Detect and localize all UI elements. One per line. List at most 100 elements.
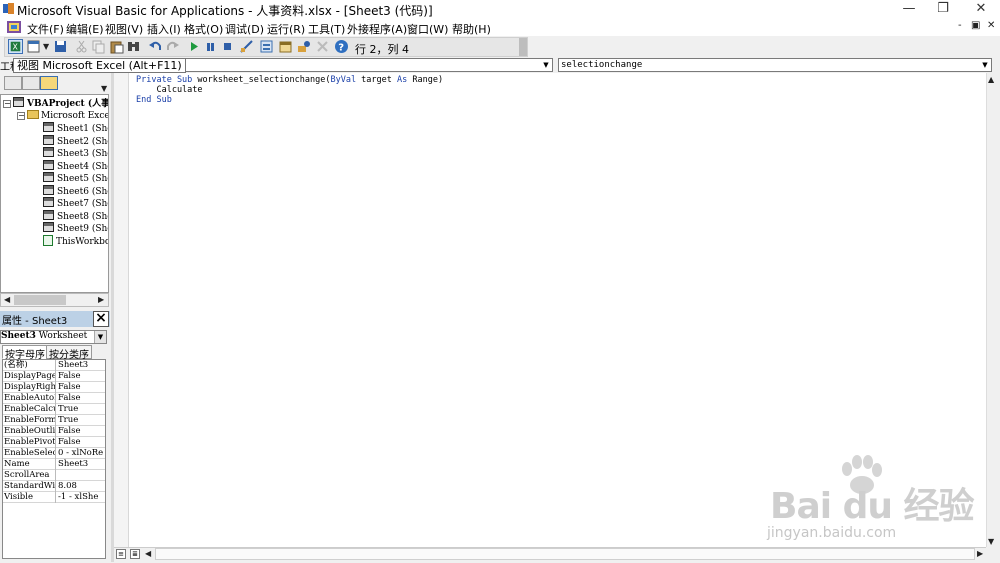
menu-addins[interactable]: 外接程序(A) — [347, 21, 407, 37]
code-line-2[interactable]: Calculate — [136, 85, 202, 95]
tree-item-sheet9[interactable]: Sheet9 (She — [43, 222, 108, 234]
property-value[interactable]: False — [58, 437, 105, 448]
toolbar-overflow-handle[interactable] — [519, 38, 527, 56]
property-value[interactable]: True — [58, 415, 105, 426]
property-row[interactable]: DisplayRigh False — [3, 382, 105, 393]
chevron-down-icon[interactable]: ▼ — [979, 59, 991, 71]
mdi-close-button[interactable]: ✕ — [987, 20, 995, 31]
properties-close-button[interactable]: × — [93, 311, 109, 327]
restore-button[interactable]: ❐ — [926, 0, 960, 18]
reset-icon[interactable] — [220, 39, 235, 54]
insert-dropdown-icon[interactable]: ▼ — [43, 42, 49, 51]
property-value[interactable]: False — [58, 382, 105, 393]
property-row[interactable]: EnableForma True — [3, 415, 105, 426]
tab-categorized[interactable]: 按分类序 — [46, 345, 92, 361]
menu-window[interactable]: 窗口(W) — [407, 21, 448, 37]
toggle-folders-button[interactable] — [40, 76, 58, 90]
tab-alphabetic[interactable]: 按字母序 — [2, 345, 48, 361]
close-button[interactable]: ✕ — [964, 0, 998, 18]
tree-item-sheet8[interactable]: Sheet8 (She — [43, 210, 108, 222]
property-value[interactable]: -1 - xlShe — [58, 492, 105, 503]
property-row[interactable]: ScrollArea — [3, 470, 105, 481]
property-value[interactable]: 8.08 — [58, 481, 105, 492]
properties-window-icon[interactable] — [278, 39, 293, 54]
code-line-3[interactable]: End Sub — [136, 95, 172, 105]
property-row[interactable]: EnableAutoF False — [3, 393, 105, 404]
tree-item-thisworkbook[interactable]: ThisWorkboo — [43, 235, 108, 247]
chevron-down-icon[interactable]: ▼ — [94, 331, 106, 343]
property-row[interactable]: (名称) Sheet3 — [3, 360, 105, 371]
copy-icon[interactable] — [91, 39, 106, 54]
property-value[interactable]: False — [58, 371, 105, 382]
scroll-left-icon[interactable]: ◀ — [4, 295, 10, 304]
tree-item-sheet4[interactable]: Sheet4 (She — [43, 160, 108, 172]
project-scroll-thumb[interactable] — [14, 295, 66, 305]
tree-item-sheet6[interactable]: Sheet6 (She — [43, 185, 108, 197]
property-value[interactable]: False — [58, 426, 105, 437]
tree-node-excel-objects[interactable]: − Microsoft Exce — [17, 110, 108, 122]
break-icon[interactable] — [203, 39, 218, 54]
tree-item-sheet7[interactable]: Sheet7 (She — [43, 197, 108, 209]
object-browser-icon[interactable] — [296, 39, 311, 54]
property-row[interactable]: DisplayPage False — [3, 371, 105, 382]
property-value[interactable]: 0 - xlNoRe — [58, 448, 105, 459]
view-code-button[interactable] — [4, 76, 22, 90]
property-value[interactable]: True — [58, 404, 105, 415]
property-row[interactable]: Visible -1 - xlShe — [3, 492, 105, 503]
tree-item-sheet1[interactable]: Sheet1 (She — [43, 122, 108, 134]
tree-node-project[interactable]: − VBAProject (人事 — [3, 97, 108, 109]
project-scroll-down-icon[interactable]: ▼ — [101, 84, 107, 93]
scroll-right-icon[interactable]: ▶ — [98, 295, 104, 304]
property-row[interactable]: EnablePivot False — [3, 437, 105, 448]
minimize-button[interactable]: — — [892, 0, 926, 18]
scroll-up-icon[interactable]: ▲ — [988, 75, 994, 84]
insert-userform-icon[interactable] — [27, 39, 42, 54]
tree-item-sheet3[interactable]: Sheet3 (She — [43, 147, 108, 159]
menu-edit[interactable]: 编辑(E) — [66, 21, 104, 37]
menu-view[interactable]: 视图(V) — [105, 21, 143, 37]
property-row[interactable]: EnableCalcu True — [3, 404, 105, 415]
undo-icon[interactable] — [148, 39, 163, 54]
menu-insert[interactable]: 插入(I) — [147, 21, 181, 37]
chevron-down-icon[interactable]: ▼ — [540, 59, 552, 71]
paste-icon[interactable] — [109, 39, 124, 54]
mdi-restore-button[interactable]: ▣ — [971, 20, 980, 31]
code-line-1[interactable]: Private Sub worksheet_selectionchange(By… — [136, 75, 443, 85]
help-icon[interactable]: ? — [334, 39, 349, 54]
object-select[interactable]: Sheet3 Worksheet — [0, 330, 107, 344]
property-value[interactable]: Sheet3 — [58, 360, 105, 371]
collapse-icon[interactable]: − — [3, 100, 11, 108]
cut-icon[interactable] — [74, 39, 89, 54]
menu-run[interactable]: 运行(R) — [267, 21, 305, 37]
menu-file[interactable]: 文件(F) — [27, 21, 64, 37]
find-icon[interactable] — [126, 39, 141, 54]
menu-format[interactable]: 格式(O) — [184, 21, 223, 37]
toolbox-icon[interactable] — [315, 39, 330, 54]
code-margin[interactable] — [114, 73, 129, 547]
procedure-combo[interactable]: selectionchange — [558, 58, 992, 72]
mdi-minimize-button[interactable]: - — [958, 20, 962, 31]
view-excel-icon[interactable]: X — [8, 39, 23, 54]
excel-object-icon[interactable] — [6, 20, 22, 34]
property-row[interactable]: Name Sheet3 — [3, 459, 105, 470]
run-icon[interactable] — [186, 39, 201, 54]
property-row[interactable]: EnableSelec 0 - xlNoRe — [3, 448, 105, 459]
property-row[interactable]: EnableOutli False — [3, 426, 105, 437]
procedure-view-button[interactable]: ≡ — [116, 549, 126, 559]
collapse-icon[interactable]: − — [17, 112, 25, 120]
menu-tools[interactable]: 工具(T) — [308, 21, 345, 37]
project-explorer-icon[interactable] — [259, 39, 274, 54]
tree-item-sheet2[interactable]: Sheet2 (She — [43, 135, 108, 147]
tree-item-sheet5[interactable]: Sheet5 (She — [43, 172, 108, 184]
menu-debug[interactable]: 调试(D) — [225, 21, 264, 37]
property-value[interactable]: Sheet3 — [58, 459, 105, 470]
save-icon[interactable] — [53, 39, 68, 54]
scroll-left-icon[interactable]: ◀ — [145, 549, 151, 558]
design-mode-icon[interactable] — [239, 39, 254, 54]
property-row[interactable]: StandardWid 8.08 — [3, 481, 105, 492]
menu-help[interactable]: 帮助(H) — [452, 21, 491, 37]
property-value[interactable]: False — [58, 393, 105, 404]
view-object-button[interactable] — [22, 76, 40, 90]
redo-icon[interactable] — [165, 39, 180, 54]
full-module-view-button[interactable]: ≣ — [130, 549, 140, 559]
